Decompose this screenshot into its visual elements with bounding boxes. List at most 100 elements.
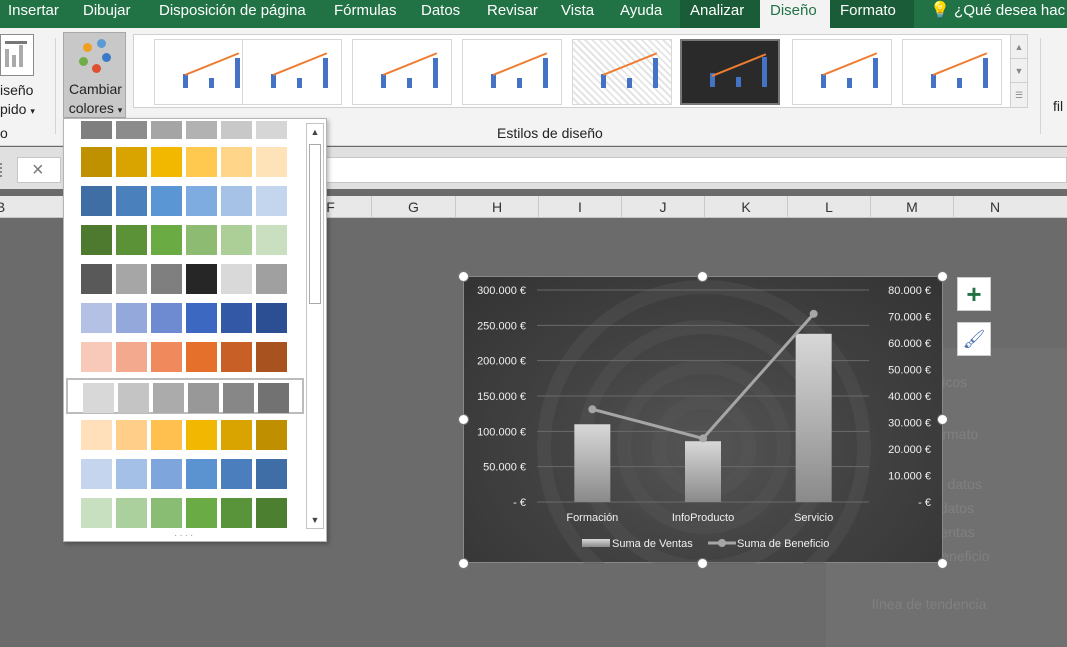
- more-styles-icon[interactable]: ☰: [1011, 83, 1027, 107]
- group-label-left: o: [0, 125, 8, 141]
- tell-me-search[interactable]: 💡 ¿Qué desea hac: [930, 0, 1065, 28]
- color-swatch: [221, 459, 252, 489]
- chart-style-option[interactable]: [902, 39, 1002, 105]
- color-swatch: [151, 147, 182, 177]
- scroll-down-icon[interactable]: ▼: [1011, 59, 1027, 83]
- chart-styles-button[interactable]: 🖌: [957, 322, 991, 356]
- color-palette-option[interactable]: [81, 342, 291, 372]
- color-palette-option[interactable]: [66, 378, 304, 414]
- column-header[interactable]: M: [870, 196, 953, 218]
- tab-formato[interactable]: Formato: [830, 0, 914, 28]
- tab-insertar[interactable]: Insertar: [8, 0, 59, 28]
- color-palette-option[interactable]: [81, 121, 291, 139]
- color-swatch: [151, 303, 182, 333]
- line-point-InfoProducto: [699, 434, 707, 443]
- cancel-entry-button[interactable]: ×: [17, 157, 61, 183]
- column-header[interactable]: I: [538, 196, 621, 218]
- color-swatch: [186, 225, 217, 255]
- color-swatch: [118, 383, 149, 413]
- tab-datos[interactable]: Datos: [421, 0, 460, 28]
- tab-formulas[interactable]: Fórmulas: [334, 0, 397, 28]
- chart-style-option[interactable]: [792, 39, 892, 105]
- resize-handle[interactable]: [937, 271, 948, 282]
- color-swatch: [116, 121, 147, 139]
- color-palette-option[interactable]: [81, 225, 291, 255]
- x-axis-tick-label: Servicio: [794, 512, 833, 524]
- color-swatch: [116, 225, 147, 255]
- combo-chart[interactable]: 300.000 € 250.000 € 200.000 € 150.000 € 100.…: [463, 276, 943, 564]
- color-palette-option[interactable]: [81, 498, 291, 528]
- color-swatch: [256, 303, 287, 333]
- color-swatch: [151, 498, 182, 528]
- chart-style-option[interactable]: [154, 39, 254, 105]
- resize-handle[interactable]: [937, 414, 948, 425]
- color-swatch: [186, 459, 217, 489]
- column-header[interactable]: K: [704, 196, 787, 218]
- color-swatch: [153, 383, 184, 413]
- change-colors-button[interactable]: Cambiar colores ▾: [63, 32, 126, 118]
- color-swatch: [256, 186, 287, 216]
- bar-Formación: [574, 424, 611, 502]
- color-swatch: [116, 303, 147, 333]
- resize-handle[interactable]: [458, 414, 469, 425]
- resize-grip[interactable]: ····: [174, 530, 195, 541]
- tab-vista[interactable]: Vista: [561, 0, 594, 28]
- dropdown-scrollbar[interactable]: ▲ ▼: [306, 123, 324, 529]
- column-header[interactable]: N: [953, 196, 1036, 218]
- tab-analizar[interactable]: Analizar: [680, 0, 760, 28]
- legend-swatch-marker: [718, 539, 726, 547]
- chart-style-option[interactable]: [572, 39, 672, 105]
- color-palette-option[interactable]: [81, 303, 291, 333]
- formula-bar-dots: [0, 163, 4, 177]
- tab-dibujar[interactable]: Dibujar: [83, 0, 131, 28]
- resize-handle[interactable]: [937, 558, 948, 569]
- chart-elements-button[interactable]: +: [957, 277, 991, 311]
- resize-handle[interactable]: [697, 271, 708, 282]
- styles-gallery-scroll[interactable]: ▲ ▼ ☰: [1010, 34, 1028, 108]
- quick-layout-label-1[interactable]: iseño: [0, 82, 33, 98]
- color-palette-option[interactable]: [81, 186, 291, 216]
- chart-style-option[interactable]: [242, 39, 342, 105]
- color-swatch: [221, 264, 252, 294]
- column-header[interactable]: J: [621, 196, 704, 218]
- scroll-thumb[interactable]: [309, 144, 321, 304]
- scroll-down-icon[interactable]: ▼: [307, 512, 323, 528]
- color-swatch: [256, 264, 287, 294]
- tab-disposicion[interactable]: Disposición de página: [159, 0, 306, 28]
- color-swatch: [186, 186, 217, 216]
- x-axis-tick-label: Formación: [566, 512, 618, 524]
- resize-handle[interactable]: [458, 558, 469, 569]
- tab-ayuda[interactable]: Ayuda: [620, 0, 662, 28]
- column-header[interactable]: B: [0, 196, 20, 218]
- resize-handle[interactable]: [458, 271, 469, 282]
- color-swatch: [188, 383, 219, 413]
- color-swatch: [81, 420, 112, 450]
- chart-style-option[interactable]: [680, 39, 780, 105]
- chart-style-option[interactable]: [462, 39, 562, 105]
- y2-axis-tick-label: 50.000 €: [888, 365, 931, 377]
- chart-style-option[interactable]: [352, 39, 452, 105]
- chevron-down-icon: ▾: [30, 106, 35, 116]
- color-palette-option[interactable]: [81, 147, 291, 177]
- scroll-up-icon[interactable]: ▲: [307, 124, 323, 140]
- group-separator: [1040, 38, 1041, 134]
- ribbon-tab-bar: Insertar Dibujar Disposición de página F…: [0, 0, 1067, 28]
- column-header[interactable]: H: [455, 196, 538, 218]
- column-header[interactable]: L: [787, 196, 870, 218]
- y-axis-tick-label: 250.000 €: [477, 320, 526, 332]
- color-palette-option[interactable]: [81, 420, 291, 450]
- tab-diseno[interactable]: Diseño: [760, 0, 830, 28]
- filter-label-partial[interactable]: fil: [1053, 98, 1063, 114]
- color-palette-option[interactable]: [81, 264, 291, 294]
- color-swatch: [151, 225, 182, 255]
- color-palette-option[interactable]: [81, 459, 291, 489]
- y-axis-tick-label: 100.000 €: [477, 426, 526, 438]
- color-swatch: [221, 147, 252, 177]
- scroll-up-icon[interactable]: ▲: [1011, 35, 1027, 59]
- tab-revisar[interactable]: Revisar: [487, 0, 538, 28]
- column-header[interactable]: G: [371, 196, 455, 218]
- chart-styles-gallery: [133, 34, 1028, 108]
- quick-layout-label-2[interactable]: pido ▾: [0, 101, 35, 117]
- resize-handle[interactable]: [697, 558, 708, 569]
- color-swatch: [258, 383, 289, 413]
